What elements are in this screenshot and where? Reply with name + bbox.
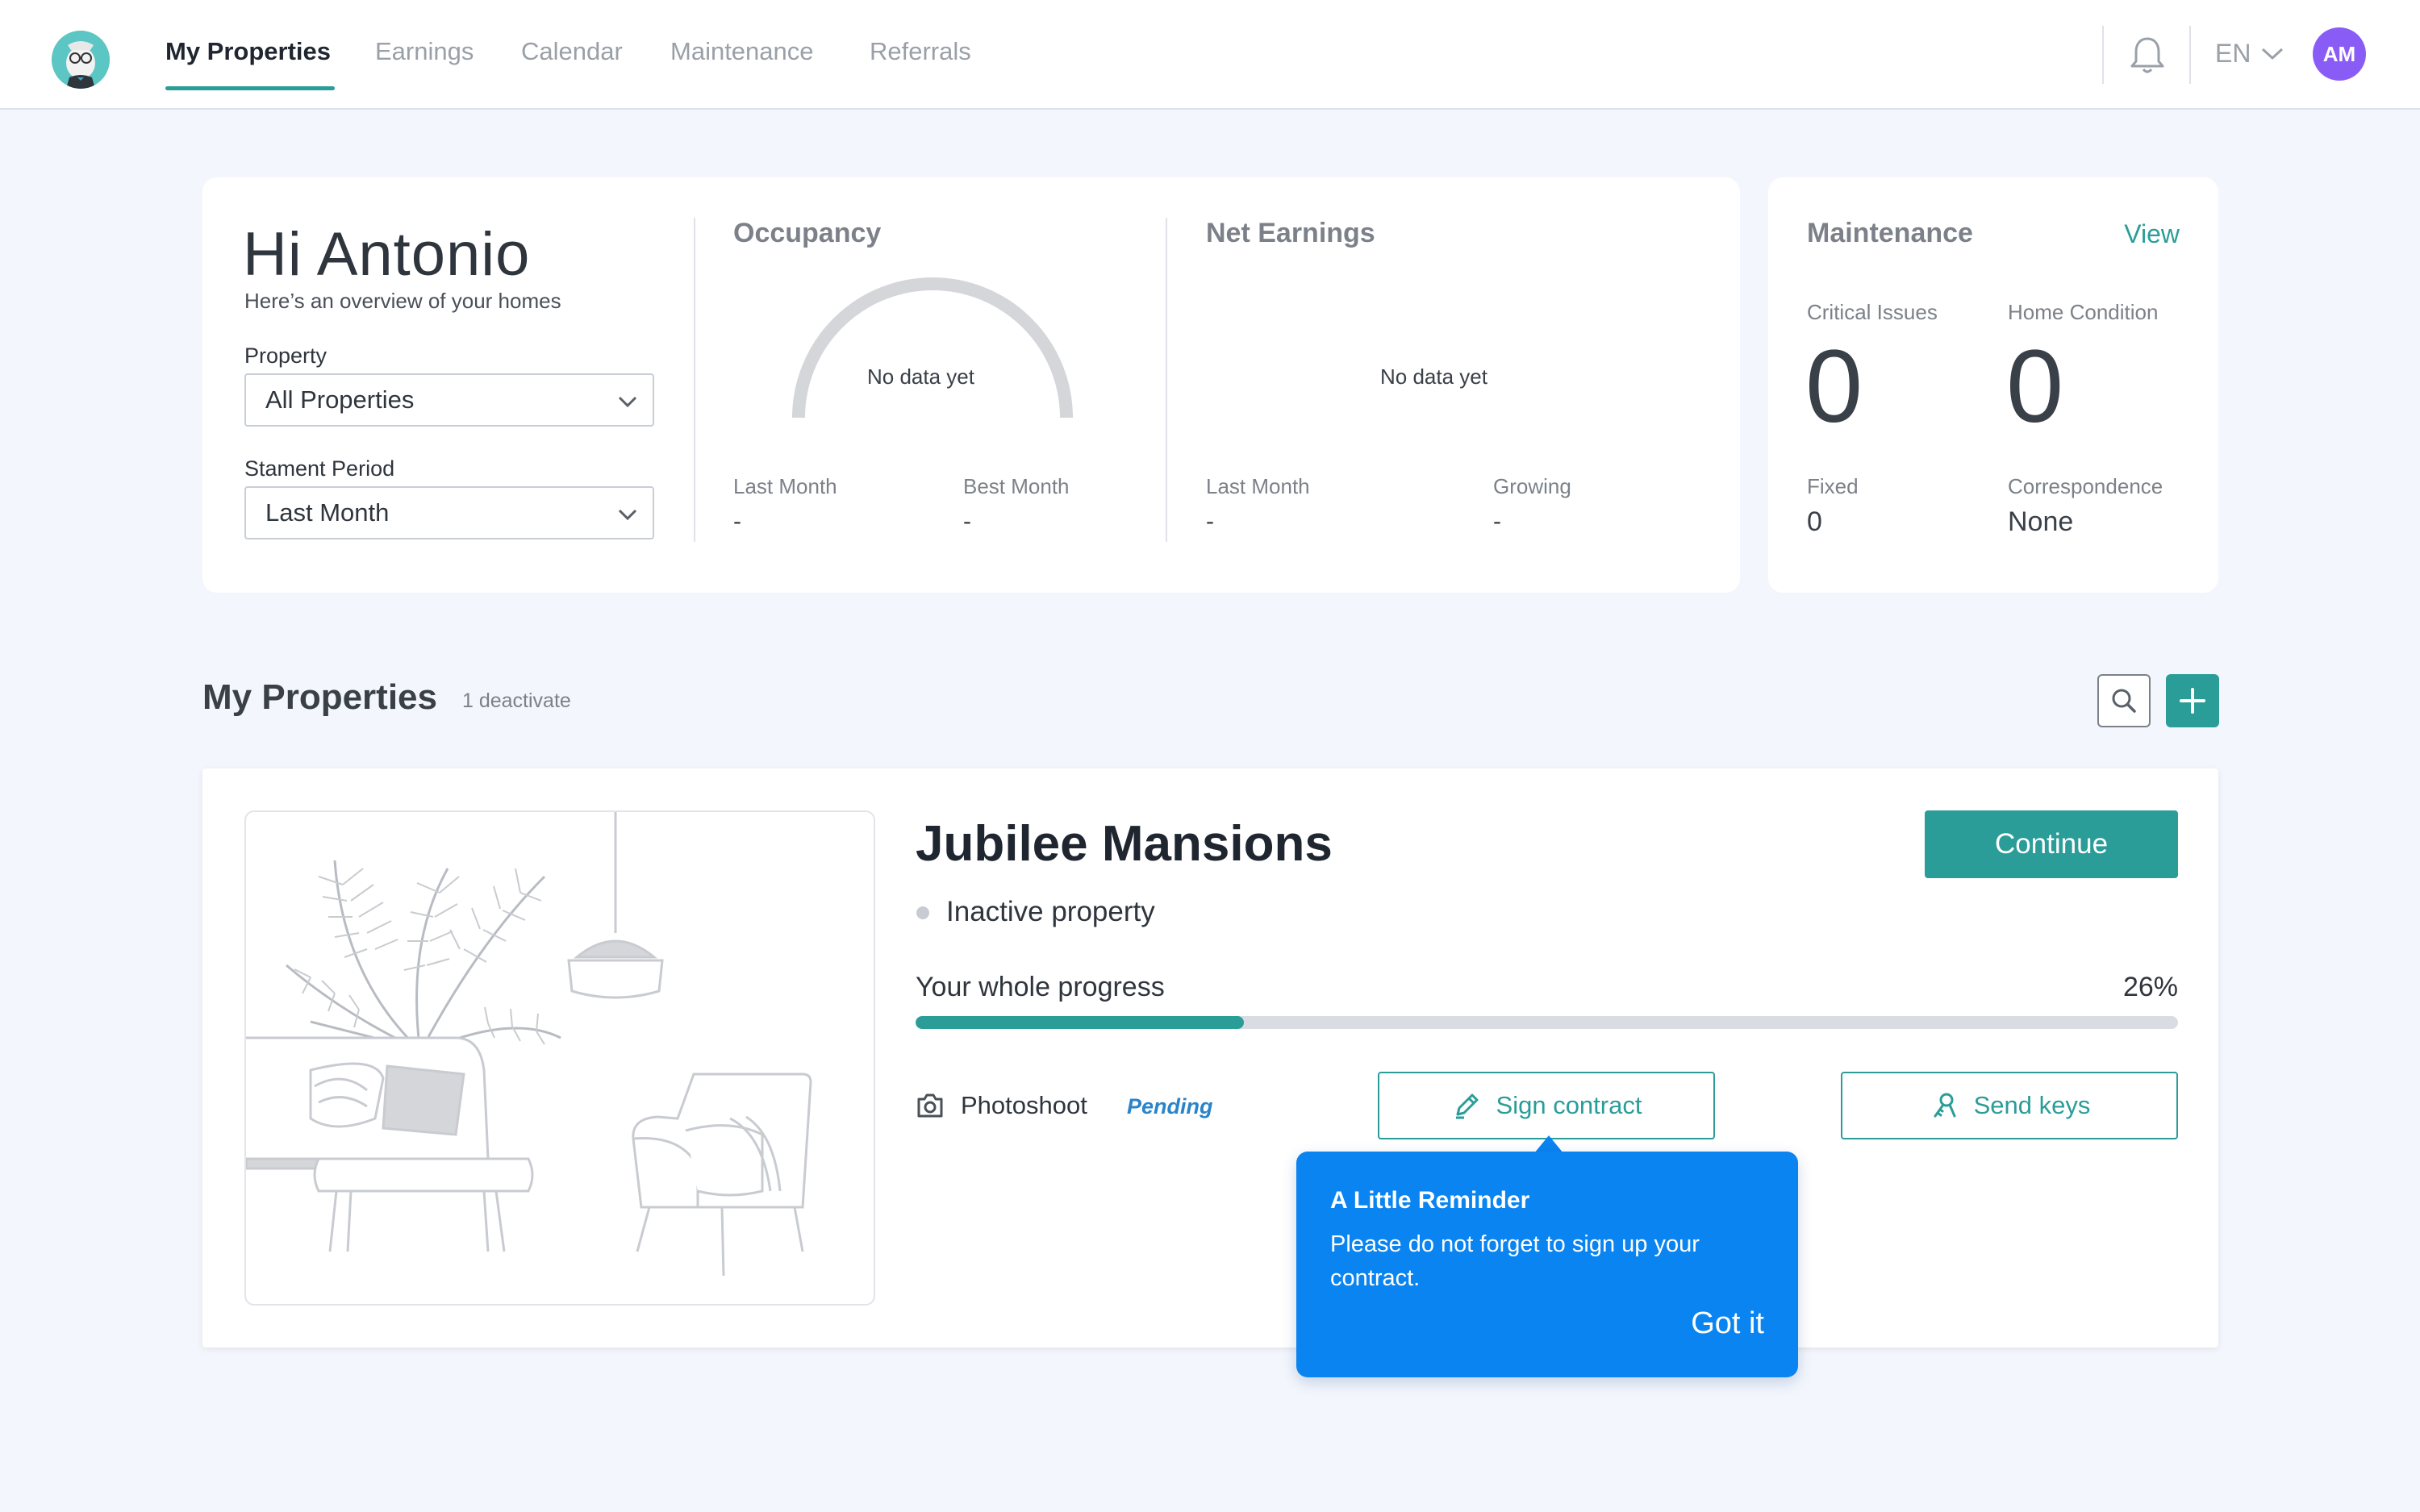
- photoshoot-status: Pending: [1127, 1094, 1213, 1118]
- progress-label: Your whole progress: [916, 972, 1165, 1002]
- divider: [694, 218, 695, 542]
- occupancy-empty-text: No data yet: [867, 364, 974, 389]
- correspondence-label: Correspondence: [2008, 474, 2163, 498]
- progress-bar: [916, 1016, 2178, 1029]
- nav-tab-maintenance[interactable]: Maintenance: [670, 37, 814, 66]
- nav-tab-my-properties[interactable]: My Properties: [165, 37, 331, 66]
- net-earnings-growing-value: -: [1493, 508, 1501, 535]
- occupancy-last-month-label: Last Month: [733, 474, 837, 498]
- period-select[interactable]: Last Month: [244, 486, 654, 539]
- maintenance-title: Maintenance: [1807, 218, 1973, 248]
- search-properties-button[interactable]: [2097, 674, 2151, 727]
- fixed-value: 0: [1807, 506, 1822, 537]
- property-select[interactable]: All Properties: [244, 373, 654, 427]
- progress-bar-fill: [916, 1016, 1244, 1029]
- status-dot-icon: [916, 906, 929, 919]
- tooltip-arrow: [1534, 1135, 1563, 1153]
- home-condition-value: 0: [2006, 329, 2064, 444]
- net-earnings-last-month-value: -: [1206, 508, 1214, 535]
- camera-icon: [917, 1093, 943, 1118]
- property-status: Inactive property: [946, 896, 1155, 927]
- tooltip-title: A Little Reminder: [1330, 1187, 1530, 1214]
- period-select-value: Last Month: [265, 498, 390, 527]
- divider: [2189, 26, 2191, 84]
- divider: [2102, 26, 2104, 84]
- greeting-title: Hi Antonio: [243, 220, 531, 289]
- top-navigation: My Properties Earnings Calendar Maintena…: [0, 0, 2420, 110]
- chevron-down-icon: [618, 396, 637, 408]
- search-icon: [2112, 689, 2136, 713]
- greeting-subtitle: Here’s an overview of your homes: [244, 289, 561, 313]
- correspondence-value: None: [2008, 506, 2074, 537]
- maintenance-view-link[interactable]: View: [2124, 219, 2180, 249]
- net-earnings-empty-text: No data yet: [1380, 364, 1487, 389]
- notification-bell-icon[interactable]: [2125, 32, 2170, 77]
- chevron-down-icon: [2262, 48, 2284, 60]
- divider: [1166, 218, 1167, 542]
- send-keys-button[interactable]: Send keys: [1841, 1072, 2178, 1139]
- maintenance-card: Maintenance View Critical Issues 0 Home …: [1768, 177, 2218, 593]
- reminder-tooltip: A Little Reminder Please do not forget t…: [1296, 1152, 1798, 1377]
- photoshoot-label: Photoshoot: [961, 1091, 1087, 1119]
- occupancy-title: Occupancy: [733, 218, 882, 248]
- property-select-value: All Properties: [265, 385, 415, 414]
- occupancy-gauge: [792, 277, 1073, 419]
- brand-logo-icon[interactable]: [52, 31, 110, 89]
- send-keys-label: Send keys: [1973, 1091, 2091, 1119]
- critical-issues-value: 0: [1805, 329, 1863, 444]
- property-card: Jubilee Mansions Inactive property Conti…: [202, 768, 2218, 1347]
- fixed-label: Fixed: [1807, 474, 1859, 498]
- occupancy-last-month-value: -: [733, 508, 741, 535]
- critical-issues-label: Critical Issues: [1807, 300, 1938, 324]
- occupancy-best-month-label: Best Month: [963, 474, 1070, 498]
- occupancy-best-month-value: -: [963, 508, 971, 535]
- continue-button[interactable]: Continue: [1925, 810, 2178, 878]
- user-avatar[interactable]: AM: [2313, 27, 2366, 81]
- nav-tab-referrals[interactable]: Referrals: [870, 37, 971, 66]
- period-label: Stament Period: [244, 456, 395, 481]
- nav-tab-earnings[interactable]: Earnings: [375, 37, 474, 66]
- sign-contract-label: Sign contract: [1496, 1091, 1642, 1119]
- progress-percent: 26%: [2122, 972, 2178, 1002]
- property-name: Jubilee Mansions: [916, 816, 1333, 872]
- got-it-button[interactable]: Got it: [1691, 1306, 1764, 1341]
- add-property-button[interactable]: [2166, 674, 2219, 727]
- language-code: EN: [2215, 39, 2251, 68]
- my-properties-title: My Properties: [202, 677, 437, 717]
- active-tab-indicator: [165, 86, 335, 90]
- overview-card: Hi Antonio Here’s an overview of your ho…: [202, 177, 1740, 593]
- chevron-down-icon: [618, 509, 637, 521]
- property-label: Property: [244, 344, 328, 368]
- deactivated-count: 1 deactivate: [462, 689, 571, 712]
- pencil-icon: [1455, 1093, 1479, 1119]
- net-earnings-growing-label: Growing: [1493, 474, 1571, 498]
- home-condition-label: Home Condition: [2008, 300, 2159, 324]
- net-earnings-last-month-label: Last Month: [1206, 474, 1310, 498]
- language-selector[interactable]: EN: [2215, 39, 2284, 69]
- keys-icon: [1934, 1093, 1956, 1118]
- net-earnings-title: Net Earnings: [1206, 218, 1375, 248]
- sign-contract-button[interactable]: Sign contract: [1378, 1072, 1715, 1139]
- plus-icon: [2180, 688, 2205, 714]
- nav-tab-calendar[interactable]: Calendar: [521, 37, 623, 66]
- tooltip-body: Please do not forget to sign up your con…: [1330, 1231, 1700, 1291]
- property-illustration: [244, 810, 875, 1306]
